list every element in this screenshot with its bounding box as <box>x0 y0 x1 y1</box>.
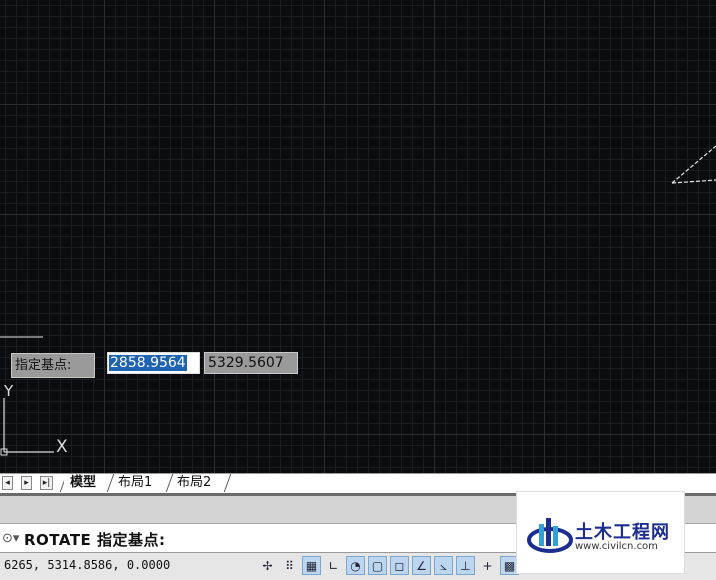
tab-nav-first-button[interactable]: ◂ <box>2 476 13 490</box>
snap-mode-icon[interactable]: ⠿ <box>280 556 299 575</box>
dashed-object-edge <box>671 179 716 184</box>
tab-divider <box>223 474 232 492</box>
tab-layout2[interactable]: 布局2 <box>171 474 217 492</box>
ucs-y-label: Y <box>3 382 14 400</box>
civilcn-watermark: 土木工程网 www.civilcn.com <box>516 491 685 574</box>
3d-object-snap-icon[interactable]: ◻ <box>390 556 409 575</box>
dynamic-input-icon[interactable]: ⊥ <box>456 556 475 575</box>
cursor-coordinates: 6265, 5314.8586, 0.0000 <box>4 558 171 572</box>
tab-layout1[interactable]: 布局1 <box>112 474 158 492</box>
dynamic-ucs-icon[interactable]: ⦣ <box>434 556 453 575</box>
object-snap-tracking-icon[interactable]: ∠ <box>412 556 431 575</box>
dynamic-input-prompt: 指定基点: <box>11 353 95 378</box>
tab-nav-prev-button[interactable]: ▸ <box>21 476 32 490</box>
ucs-icon: Y X <box>0 382 68 457</box>
ortho-mode-icon[interactable]: ∟ <box>324 556 343 575</box>
tab-nav-last-button[interactable]: ▸| <box>40 476 53 490</box>
object-snap-icon[interactable]: ▢ <box>368 556 387 575</box>
tab-model[interactable]: 模型 <box>64 474 103 492</box>
nav-prev-icon: ▸ <box>24 478 29 488</box>
polar-tracking-icon[interactable]: ◔ <box>346 556 365 575</box>
nav-last-icon: ▸| <box>42 478 51 488</box>
grid-display-icon[interactable]: ▦ <box>302 556 321 575</box>
watermark-url: www.civilcn.com <box>575 541 658 552</box>
dynamic-input-y-field[interactable]: 5329.5607 <box>204 352 298 374</box>
command-history-icon[interactable]: ⊙▾ <box>2 531 19 546</box>
canvas-overlay: Y X <box>0 145 716 457</box>
ucs-x-label: X <box>56 437 68 457</box>
civilcn-logo-icon <box>527 518 573 553</box>
command-text: ROTATE 指定基点: <box>24 531 166 549</box>
infer-constraints-icon[interactable]: ✢ <box>258 556 277 575</box>
dashed-object-edge <box>671 145 716 184</box>
layout-tab-bar: ◂ ▸ ▸| 模型 布局1 布局2 <box>0 473 716 493</box>
lineweight-icon[interactable]: + <box>478 556 497 575</box>
dynamic-input-x-field[interactable]: 2858.9564 <box>107 352 200 374</box>
nav-first-icon: ◂ <box>5 478 10 488</box>
x-value-selected: 2858.9564 <box>109 355 187 371</box>
